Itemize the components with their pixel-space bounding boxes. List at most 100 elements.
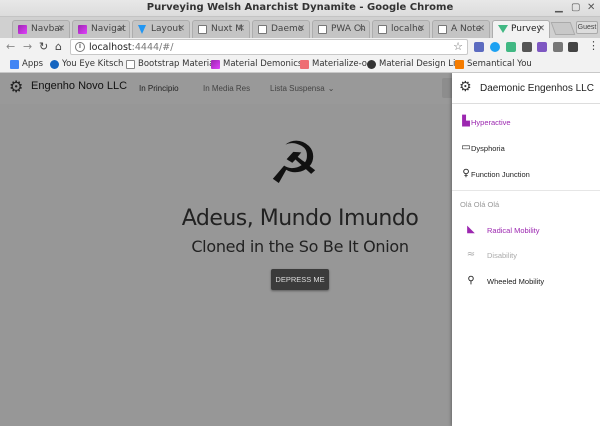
tab-navbar[interactable]: Navbar ✕ [12, 20, 70, 38]
drawer-item-label: Dysphoria [471, 144, 505, 153]
drawer-item-hyperactive[interactable]: ▙ Hyperactive [452, 116, 600, 134]
document-icon [318, 25, 327, 34]
satellite-dish-icon: ◣ [467, 224, 475, 235]
reload-icon[interactable]: ↻ [39, 40, 48, 53]
bookmark-label: Materialize-o [312, 59, 368, 69]
bookmarks-bar: Apps You Eye Kitsch Bootstrap Materia Ma… [0, 56, 600, 73]
bookmark-label: Bootstrap Materia [138, 59, 215, 69]
tab-localhost[interactable]: localho ✕ [372, 20, 430, 38]
drawer-title: Daemonic Engenhos LLC [480, 83, 594, 94]
bookmark-materialize[interactable]: Materialize-o [300, 59, 367, 69]
guest-profile-button[interactable]: Guest [576, 21, 598, 34]
bookmark-label: Material Demonics [223, 59, 303, 69]
tab-close-icon[interactable]: ✕ [177, 24, 185, 34]
puzzle-extension-icon[interactable] [537, 42, 547, 52]
forward-icon[interactable]: → [23, 40, 32, 53]
url-text[interactable]: localhost:4444/#/ [89, 42, 173, 53]
bookmark-label: Material Design Li [379, 59, 456, 69]
crop-extension-icon[interactable] [553, 42, 563, 52]
close-window-icon[interactable]: ✕ [587, 3, 595, 13]
cast-extension-icon[interactable] [568, 42, 578, 52]
drawer-item-label: Radical Mobility [487, 226, 540, 235]
bookmark-bootstrap-materia[interactable]: Bootstrap Materia [126, 59, 214, 69]
modal-overlay[interactable]: ☭ Adeus, Mundo Imundo Cloned in the So B… [0, 104, 452, 426]
drawer-item-wheeled-mobility[interactable]: ⚲ Wheeled Mobility [452, 275, 600, 293]
depress-me-button[interactable]: DEPRESS ME [271, 269, 329, 290]
gear-extension-icon[interactable] [522, 42, 532, 52]
tab-navigation[interactable]: Navigat ✕ [72, 20, 130, 38]
tab-nuxt[interactable]: Nuxt M ✕ [192, 20, 250, 38]
gradient-favicon-icon [78, 25, 87, 34]
chrome-menu-icon[interactable]: ⋮ [588, 39, 599, 52]
browser-toolbar: ← → ↻ ⌂ i localhost:4444/#/ ☆ ⋮ [0, 38, 600, 56]
nav-in-principio[interactable]: In Principio [139, 84, 179, 93]
tab-close-icon[interactable]: ✕ [237, 24, 245, 34]
vuetify-extension-icon[interactable] [474, 42, 484, 52]
vue-devtools-icon[interactable] [506, 42, 516, 52]
drawer-item-disability: ≈ Disability [452, 249, 600, 267]
gears-icon: ⚙ [459, 79, 472, 95]
document-icon [198, 25, 207, 34]
hammer-and-sickle-icon: ☭ [268, 129, 320, 197]
twitter-extension-icon[interactable] [490, 42, 500, 52]
nav-in-media-res[interactable]: In Media Res [203, 84, 250, 93]
document-icon [378, 25, 387, 34]
bookmark-you-eye-kitsch[interactable]: You Eye Kitsch [50, 59, 123, 69]
drawer-item-label: Wheeled Mobility [487, 277, 545, 286]
address-bar[interactable]: i localhost:4444/#/ ☆ [70, 39, 468, 55]
drawer-item-label: Hyperactive [471, 118, 511, 127]
tab-pwa[interactable]: PWA Ch ✕ [312, 20, 370, 38]
url-host: localhost [89, 42, 132, 53]
new-tab-button[interactable] [550, 22, 576, 35]
tab-close-icon[interactable]: ✕ [117, 24, 125, 34]
bookmark-material-demonics[interactable]: Material Demonics [211, 59, 302, 69]
gradient-favicon-icon [18, 25, 27, 34]
bookmark-apps[interactable]: Apps [10, 59, 43, 69]
bookmark-favicon-icon [367, 60, 376, 69]
minimize-icon[interactable]: ▁ [555, 3, 563, 13]
bookmark-star-icon[interactable]: ☆ [453, 40, 463, 53]
drawer-item-label: Function Junction [471, 170, 530, 179]
tab-daemo[interactable]: Daemo ✕ [252, 20, 310, 38]
vue-icon [498, 25, 508, 33]
gears-icon: ⚙ [9, 77, 24, 96]
materialize-icon [300, 60, 309, 69]
drawer-section-heading: Olá Olá Olá [460, 200, 500, 209]
page-viewport: ⚙ Engenho Novo LLC In Principio In Media… [0, 73, 600, 426]
drawer-item-radical-mobility[interactable]: ◣ Radical Mobility [452, 224, 600, 242]
tab-note[interactable]: A Note ✕ [432, 20, 490, 38]
tab-close-icon[interactable]: ✕ [417, 24, 425, 34]
tab-close-icon[interactable]: ✕ [477, 24, 485, 34]
window-titlebar: Purveying Welsh Anarchist Dynamite - Goo… [0, 0, 600, 17]
maximize-icon[interactable]: ▢ [571, 3, 580, 13]
url-path: :4444/#/ [131, 42, 174, 53]
blue-favicon-icon [138, 25, 146, 34]
drawer-divider [452, 190, 600, 191]
tab-close-icon[interactable]: ✕ [537, 24, 545, 34]
window-title: Purveying Welsh Anarchist Dynamite - Goo… [146, 2, 454, 13]
info-icon[interactable]: i [75, 42, 85, 52]
nav-lista-suspensa[interactable]: Lista Suspensa ⌄ [270, 84, 334, 93]
tab-close-icon[interactable]: ✕ [357, 24, 365, 34]
home-icon[interactable]: ⌂ [55, 40, 62, 53]
drawer-item-function-junction[interactable]: ♀ Function Junction [452, 168, 600, 186]
bookmark-favicon-icon [455, 60, 464, 69]
drawer-item-dysphoria[interactable]: ▭ Dysphoria [452, 142, 600, 160]
bookmark-material-design-li[interactable]: Material Design Li [367, 59, 455, 69]
bicycle-icon: ⚲ [467, 275, 475, 286]
brand[interactable]: ⚙ Engenho Novo LLC [9, 77, 128, 96]
bookmark-favicon-icon [50, 60, 59, 69]
brand-name: Engenho Novo LLC [31, 80, 128, 92]
apps-grid-icon [10, 60, 19, 69]
tab-close-icon[interactable]: ✕ [57, 24, 65, 34]
tab-purvey[interactable]: Purvey ✕ [492, 20, 550, 38]
bookmark-label: Apps [22, 59, 44, 69]
chevron-down-icon: ⌄ [327, 84, 335, 93]
back-icon[interactable]: ← [6, 40, 15, 53]
tab-strip: Navbar ✕ Navigat ✕ Layout ✕ Nuxt M ✕ Dae… [0, 17, 600, 38]
bookmark-favicon-icon [211, 60, 220, 69]
bookmark-semantical-you[interactable]: Semantical You [455, 59, 532, 69]
tab-close-icon[interactable]: ✕ [297, 24, 305, 34]
nav-label: Lista Suspensa [270, 84, 325, 93]
tab-layout[interactable]: Layout ✕ [132, 20, 190, 38]
